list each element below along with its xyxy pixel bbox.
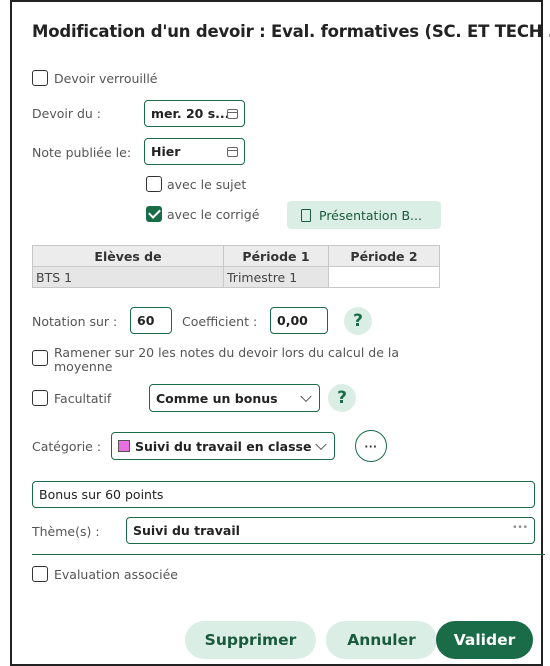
cancel-button[interactable]: Annuler bbox=[326, 621, 437, 659]
chevron-down-icon bbox=[300, 390, 312, 403]
table-row[interactable]: BTS 1 Trimestre 1 bbox=[32, 266, 440, 288]
published-date-value: Hier bbox=[151, 144, 181, 159]
validate-button[interactable]: Valider bbox=[436, 621, 533, 659]
coefficient-label: Coefficient : bbox=[182, 314, 258, 329]
category-color-swatch bbox=[118, 440, 130, 452]
pdf-icon bbox=[301, 208, 311, 222]
students-periods-table: Elèves de Période 1 Période 2 BTS 1 Trim… bbox=[32, 245, 440, 288]
category-value: Suivi du travail en classe bbox=[135, 438, 312, 454]
locked-checkbox[interactable] bbox=[32, 70, 48, 86]
correction-file-label: Présentation B... bbox=[319, 207, 422, 223]
with-correction-checkbox[interactable] bbox=[146, 206, 162, 222]
correction-file-button[interactable]: Présentation B... bbox=[287, 201, 441, 229]
cell-period-2[interactable] bbox=[328, 266, 440, 288]
column-header-students: Elèves de bbox=[32, 245, 224, 267]
date-field[interactable]: mer. 20 s... bbox=[144, 100, 245, 127]
calendar-icon[interactable] bbox=[227, 108, 238, 119]
published-date-field[interactable]: Hier bbox=[144, 138, 245, 165]
calendar-icon[interactable] bbox=[227, 146, 238, 157]
cell-period-1[interactable]: Trimestre 1 bbox=[223, 266, 329, 288]
date-label: Devoir du : bbox=[32, 106, 101, 121]
category-select[interactable]: Suivi du travail en classe bbox=[111, 432, 335, 460]
dialog-title: Modification d'un devoir : Eval. formati… bbox=[32, 22, 550, 41]
help-icon[interactable]: ? bbox=[328, 384, 356, 412]
with-subject-checkbox[interactable] bbox=[146, 176, 162, 192]
notation-value: 60 bbox=[137, 313, 155, 328]
delete-button[interactable]: Supprimer bbox=[185, 621, 316, 659]
notation-label: Notation sur : bbox=[32, 314, 118, 329]
notation-input[interactable]: 60 bbox=[130, 307, 172, 334]
column-header-period-2: Période 2 bbox=[328, 245, 440, 267]
optional-mode-value: Comme un bonus bbox=[156, 390, 278, 406]
divider bbox=[32, 554, 545, 555]
published-label: Note publiée le: bbox=[32, 145, 132, 160]
table-header-row: Elèves de Période 1 Période 2 bbox=[32, 245, 440, 267]
bring-to-20-checkbox[interactable] bbox=[32, 350, 48, 366]
locked-label: Devoir verrouillé bbox=[54, 71, 158, 86]
with-correction-label: avec le corrigé bbox=[167, 207, 260, 222]
category-more-button[interactable]: ··· bbox=[355, 430, 387, 462]
more-icon[interactable]: ••• bbox=[512, 523, 528, 533]
category-label: Catégorie : bbox=[32, 439, 102, 454]
column-header-period-1: Période 1 bbox=[223, 245, 329, 267]
themes-label: Thème(s) : bbox=[32, 524, 100, 539]
with-subject-label: avec le sujet bbox=[167, 177, 247, 192]
cell-class: BTS 1 bbox=[32, 266, 224, 288]
optional-checkbox[interactable] bbox=[32, 390, 48, 406]
bring-to-20-label: Ramener sur 20 les notes du devoir lors … bbox=[54, 345, 400, 374]
chevron-down-icon bbox=[315, 438, 327, 451]
themes-field[interactable]: Suivi du travail ••• bbox=[126, 517, 535, 544]
themes-value: Suivi du travail bbox=[133, 523, 240, 538]
associated-eval-label: Evaluation associée bbox=[54, 567, 178, 582]
optional-mode-select[interactable]: Comme un bonus bbox=[149, 384, 320, 412]
coefficient-value: 0,00 bbox=[277, 313, 308, 328]
comment-value: Bonus sur 60 points bbox=[39, 487, 164, 502]
coefficient-input[interactable]: 0,00 bbox=[270, 307, 328, 334]
optional-label: Facultatif bbox=[54, 391, 112, 406]
date-value: mer. 20 s... bbox=[151, 106, 230, 121]
comment-input[interactable]: Bonus sur 60 points bbox=[32, 481, 535, 508]
edit-assignment-dialog: Modification d'un devoir : Eval. formati… bbox=[10, 0, 550, 666]
associated-eval-checkbox[interactable] bbox=[32, 566, 48, 582]
help-icon[interactable]: ? bbox=[344, 307, 372, 335]
